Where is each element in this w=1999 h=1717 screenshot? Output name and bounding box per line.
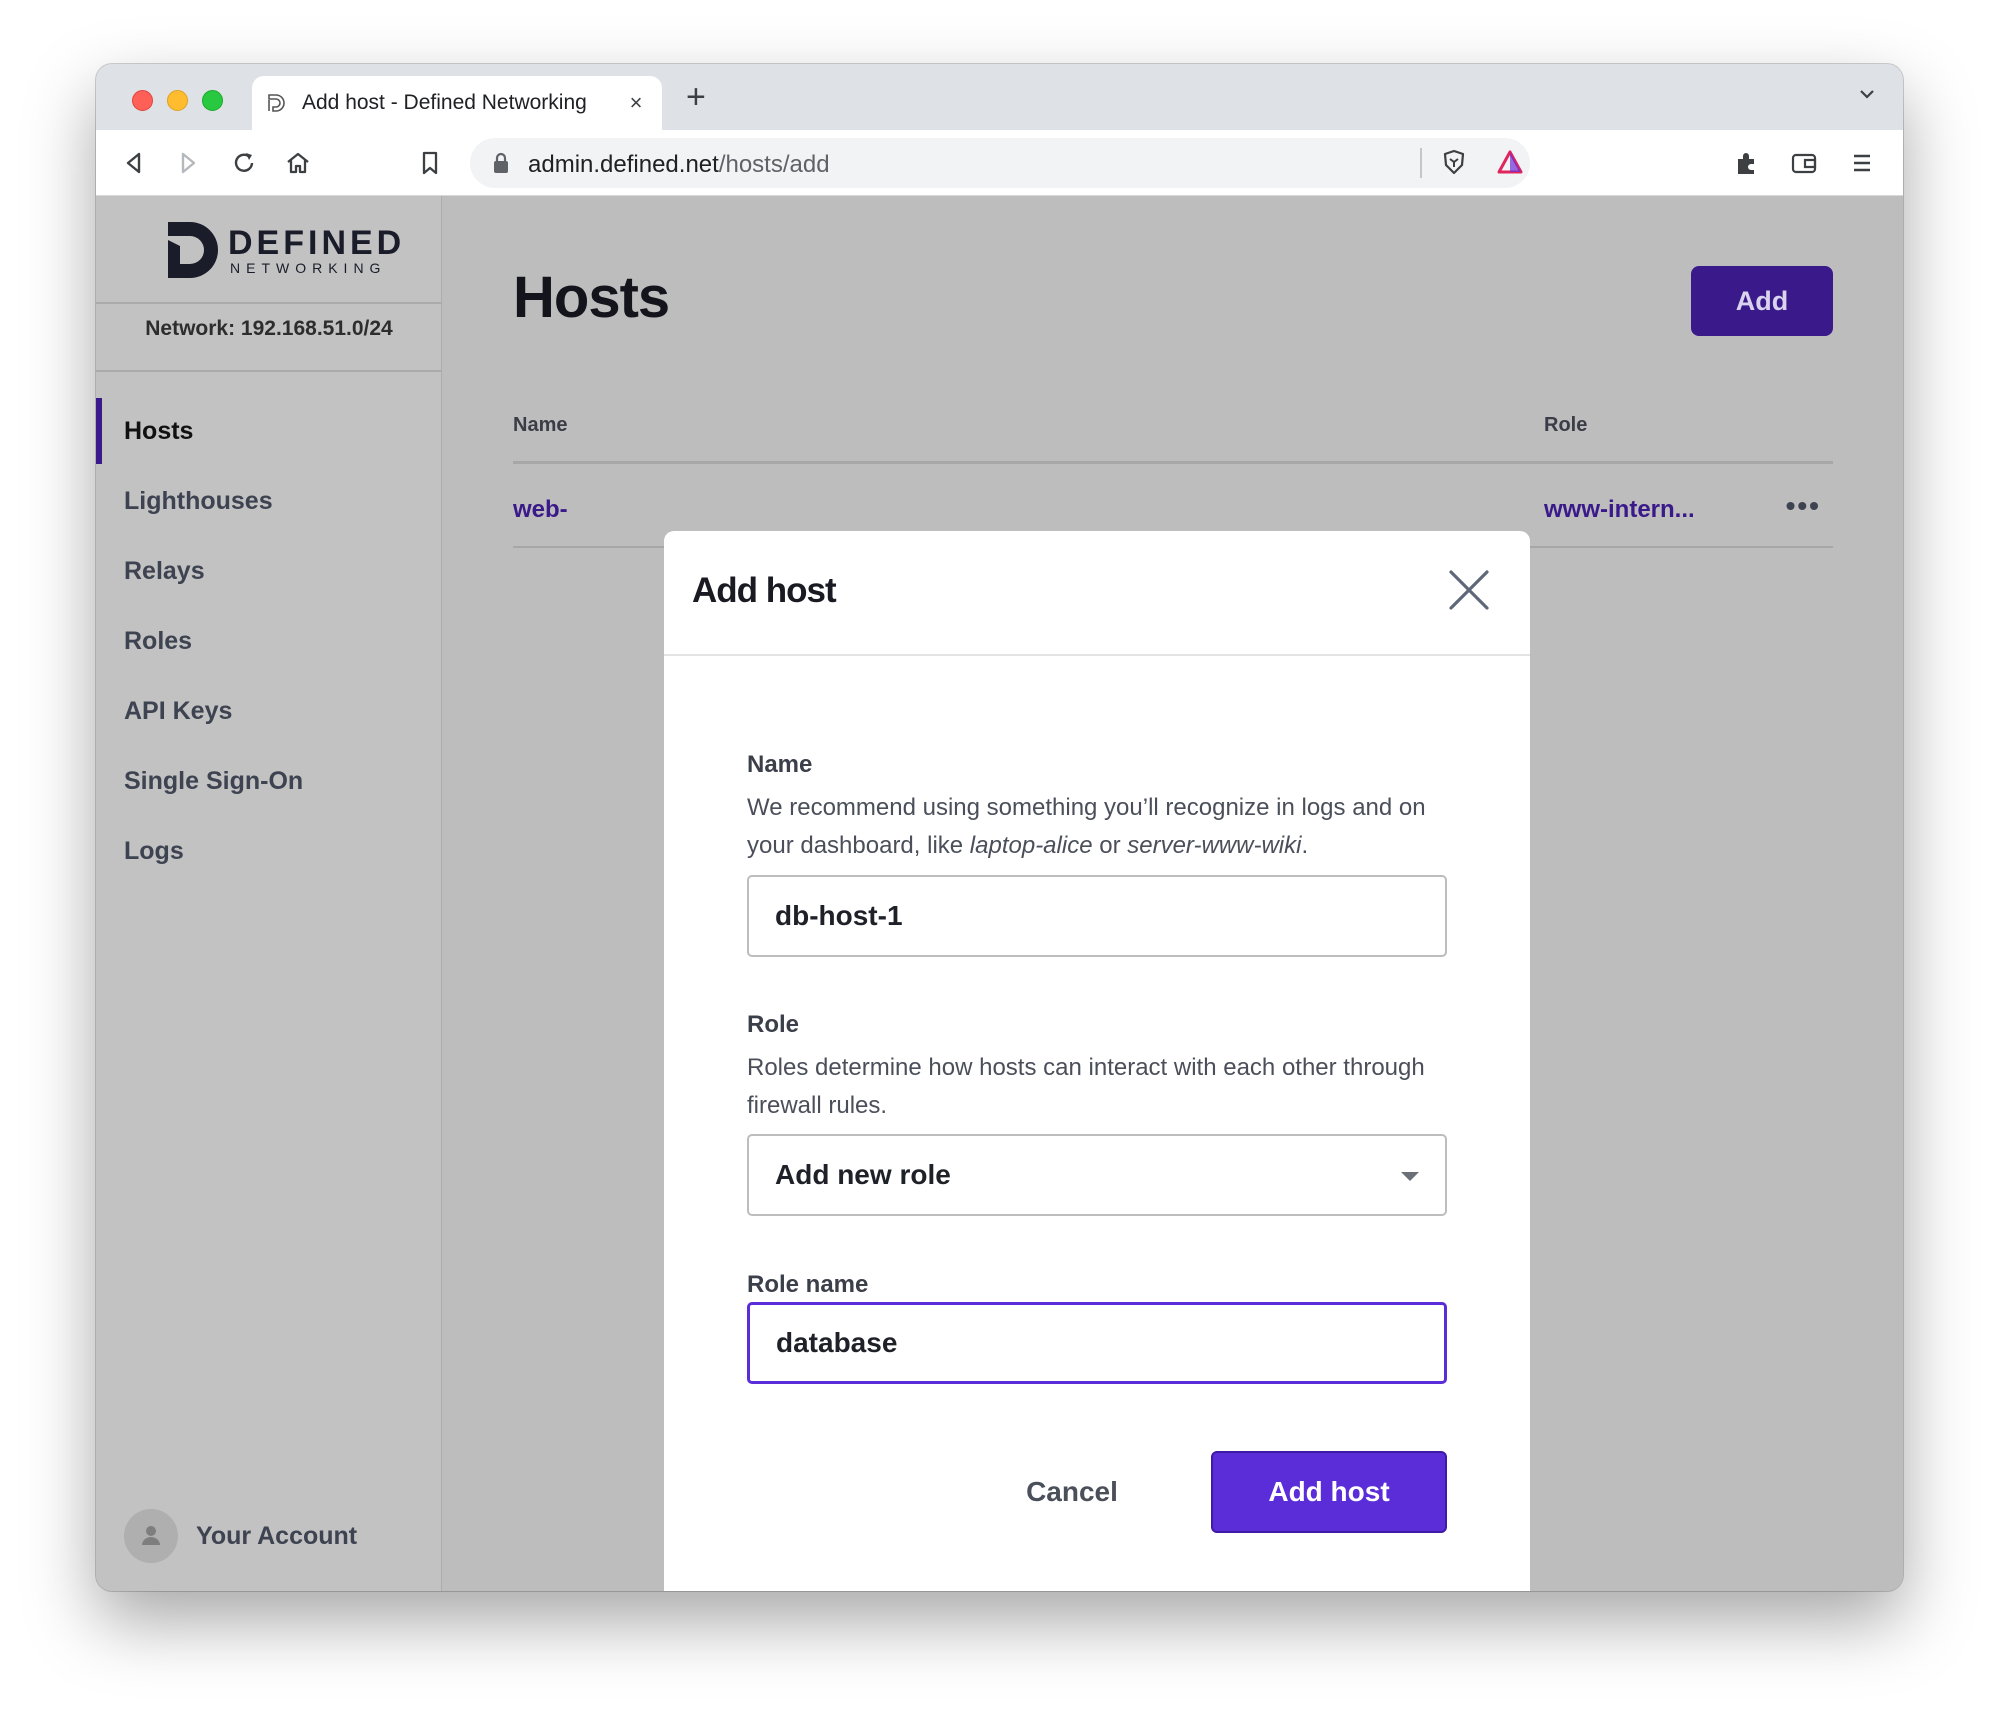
role-select-value: Add new role: [775, 1159, 951, 1190]
role-field-label: Role: [747, 1011, 800, 1038]
add-host-submit-button[interactable]: Add host: [1211, 1451, 1447, 1533]
page-title: Hosts: [513, 265, 670, 330]
address-bar[interactable]: admin.defined.net/hosts/add: [470, 138, 1530, 188]
back-icon[interactable]: [120, 149, 148, 177]
menu-icon[interactable]: [1848, 149, 1876, 177]
avatar: [124, 1509, 178, 1563]
address-bar-divider: [1420, 148, 1422, 178]
sidebar-item-label: Logs: [124, 836, 184, 865]
sidebar: DEFINED NETWORKING Network: 192.168.51.0…: [96, 196, 442, 1591]
defined-favicon-icon: [268, 94, 285, 112]
sidebar-divider: [96, 302, 442, 304]
new-tab-button[interactable]: +: [686, 80, 706, 114]
sidebar-item-label: Roles: [124, 626, 193, 655]
role-select[interactable]: Add new role: [747, 1134, 1447, 1216]
defined-logo-mark-icon: [168, 222, 218, 278]
tab-title: Add host - Defined Networking: [302, 91, 587, 114]
sidebar-item-api-keys[interactable]: API Keys: [96, 676, 442, 746]
name-field-help: We recommend using something you’ll reco…: [747, 794, 1426, 859]
brave-rewards-icon[interactable]: [1496, 148, 1524, 176]
sidebar-item-hosts[interactable]: Hosts: [96, 396, 442, 466]
chevron-down-icon: [1401, 1172, 1419, 1181]
column-header-role: Role: [1544, 414, 1588, 436]
logo-wordmark: DEFINED: [228, 224, 406, 262]
sidebar-item-roles[interactable]: Roles: [96, 606, 442, 676]
name-input[interactable]: db-host-1: [747, 875, 1447, 957]
role-name-field-label: Role name: [747, 1271, 869, 1298]
account-menu[interactable]: Your Account: [124, 1509, 357, 1563]
chevron-down-icon[interactable]: [1857, 84, 1877, 104]
sidebar-nav: Hosts Lighthouses Relays Roles API Keys …: [96, 396, 442, 886]
host-role-link[interactable]: www-intern...: [1544, 496, 1695, 524]
minimize-window-button[interactable]: [167, 90, 188, 111]
sidebar-item-label: Hosts: [124, 416, 194, 445]
sidebar-item-label: API Keys: [124, 696, 233, 725]
network-label: Network: 192.168.51.0/24: [145, 317, 393, 340]
tab-strip: Add host - Defined Networking × +: [96, 64, 1903, 130]
home-icon[interactable]: [284, 149, 312, 177]
brave-shield-icon[interactable]: [1440, 148, 1468, 176]
close-icon[interactable]: [1446, 567, 1492, 613]
tab-close-icon[interactable]: ×: [624, 90, 648, 116]
role-field-help: Roles determine how hosts can interact w…: [747, 1054, 1425, 1119]
lock-icon: [494, 152, 508, 173]
add-host-button[interactable]: Add: [1691, 266, 1833, 336]
sidebar-divider: [96, 370, 442, 372]
user-icon: [142, 1526, 160, 1545]
browser-tab[interactable]: Add host - Defined Networking ×: [252, 76, 662, 130]
name-field-label: Name: [747, 751, 813, 778]
forward-icon[interactable]: [174, 149, 202, 177]
account-label: Your Account: [196, 1521, 358, 1550]
add-host-modal: Add host Name We recommend using somethi…: [664, 531, 1530, 1591]
sidebar-item-lighthouses[interactable]: Lighthouses: [96, 466, 442, 536]
modal-header: Add host: [664, 531, 1530, 656]
sidebar-item-logs[interactable]: Logs: [96, 816, 442, 886]
cancel-button[interactable]: Cancel: [1002, 1451, 1142, 1533]
zoom-window-button[interactable]: [202, 90, 223, 111]
sidebar-item-relays[interactable]: Relays: [96, 536, 442, 606]
host-name-link[interactable]: web-: [513, 496, 568, 524]
column-header-name: Name: [513, 414, 568, 436]
defined-logo[interactable]: DEFINED NETWORKING: [166, 216, 406, 286]
role-name-input[interactable]: database: [747, 1302, 1447, 1384]
more-actions-icon[interactable]: •••: [1786, 492, 1821, 520]
url-text: admin.defined.net/hosts/add: [528, 151, 830, 178]
sidebar-item-single-sign-on[interactable]: Single Sign-On: [96, 746, 442, 816]
close-window-button[interactable]: [132, 90, 153, 111]
modal-title: Add host: [692, 571, 837, 610]
logo-subtitle: NETWORKING: [230, 260, 387, 276]
browser-toolbar: admin.defined.net/hosts/add: [96, 130, 1903, 196]
extensions-icon[interactable]: [1732, 149, 1760, 177]
sidebar-item-label: Single Sign-On: [124, 766, 304, 795]
app-area: DEFINED NETWORKING Network: 192.168.51.0…: [96, 196, 1903, 1591]
reload-icon[interactable]: [230, 149, 258, 177]
table-header-divider: [513, 461, 1833, 464]
wallet-icon[interactable]: [1790, 149, 1818, 177]
sidebar-item-label: Relays: [124, 556, 205, 585]
bookmark-icon[interactable]: [416, 149, 444, 177]
sidebar-item-label: Lighthouses: [124, 486, 273, 515]
browser-window: Add host - Defined Networking × + admin.…: [96, 64, 1903, 1591]
